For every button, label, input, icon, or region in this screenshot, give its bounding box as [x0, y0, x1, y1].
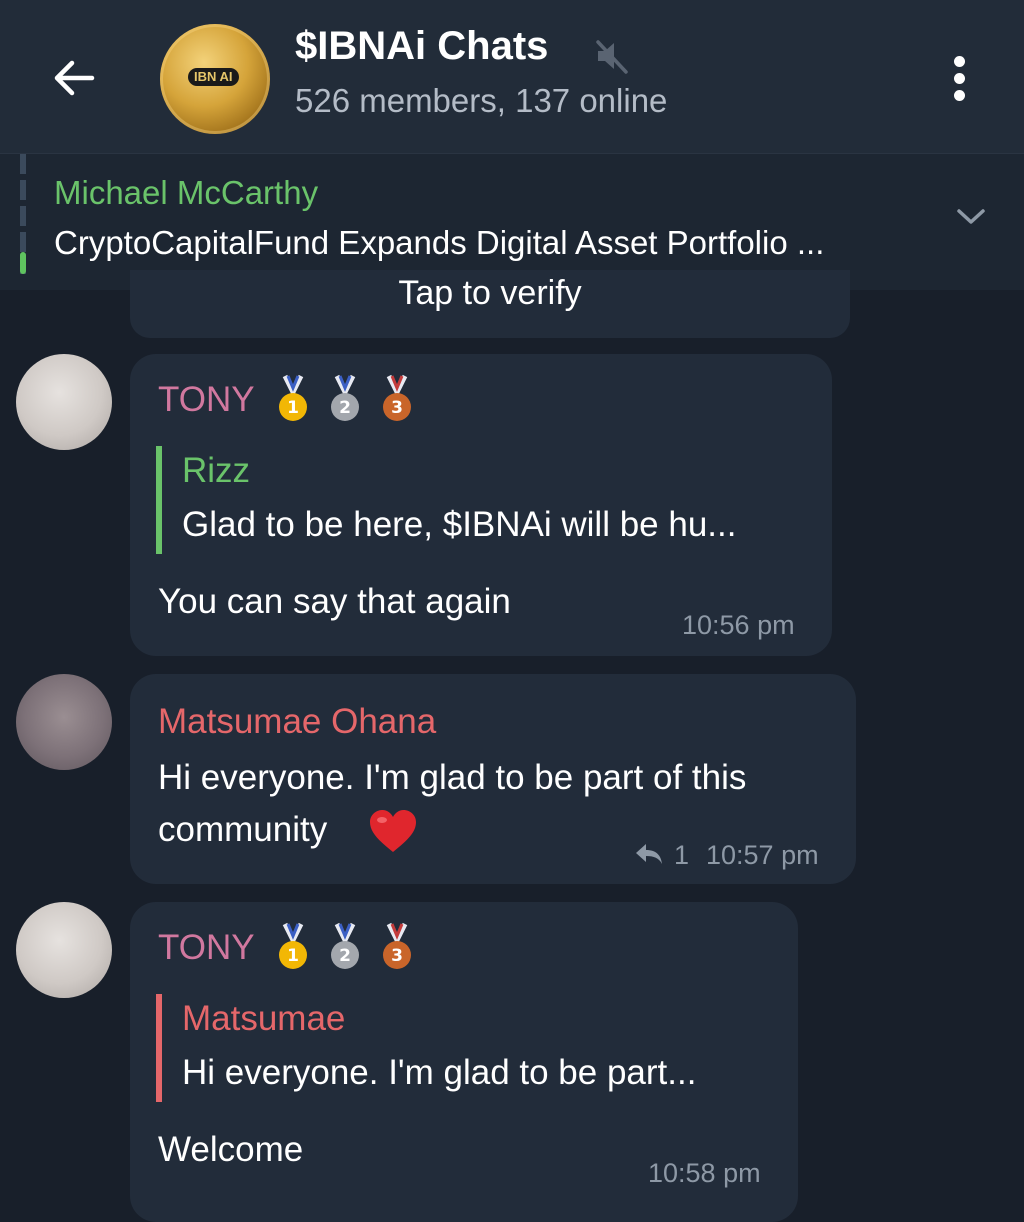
reply-sender: Rizz: [182, 451, 251, 490]
svg-text:2: 2: [339, 946, 351, 966]
more-vertical-icon[interactable]: [950, 56, 968, 102]
group-avatar-logo: IBN AI: [188, 68, 239, 86]
reply-sender: Matsumae: [182, 999, 346, 1038]
reply-text: Glad to be here, $IBNAi will be hu...: [182, 505, 737, 544]
svg-text:3: 3: [391, 946, 403, 966]
pinned-indicator: [20, 154, 26, 274]
bronze-medal-icon: 3: [383, 922, 411, 969]
message-sender[interactable]: Matsumae Ohana: [158, 702, 436, 742]
message-sender[interactable]: TONY: [158, 380, 255, 420]
reply-arrow-icon: [636, 844, 662, 864]
silver-medal-icon: 2: [331, 922, 359, 969]
chat-title[interactable]: $IBNAi Chats: [295, 24, 548, 69]
verify-button-text[interactable]: Tap to verify: [130, 274, 850, 313]
reply-count[interactable]: 1: [674, 840, 689, 871]
svg-text:1: 1: [287, 398, 299, 418]
message-sender[interactable]: TONY: [158, 928, 255, 968]
silver-medal-icon: 2: [331, 374, 359, 421]
svg-text:2: 2: [339, 398, 351, 418]
gold-medal-icon: 1: [279, 922, 307, 969]
pinned-sender: Michael McCarthy: [54, 174, 319, 211]
chat-header: IBN AI $IBNAi Chats 526 members, 137 onl…: [0, 0, 1024, 153]
back-arrow-icon[interactable]: [48, 52, 100, 104]
chat-member-count: 526 members, 137 online: [295, 82, 668, 119]
message-text: Welcome: [158, 1130, 304, 1169]
chevron-down-icon[interactable]: [956, 206, 986, 228]
message-bubble[interactable]: Matsumae Ohana Hi everyone. I'm glad to …: [130, 674, 856, 884]
bronze-medal-icon: 3: [383, 374, 411, 421]
reply-quote[interactable]: Rizz Glad to be here, $IBNAi will be hu.…: [156, 446, 736, 554]
gold-medal-icon: 1: [279, 374, 307, 421]
svg-text:1: 1: [287, 946, 299, 966]
message-time: 10:56 pm: [682, 610, 795, 640]
avatar[interactable]: [16, 902, 112, 998]
verify-message-bubble[interactable]: Tap to verify: [130, 270, 850, 338]
message-text: You can say that again: [158, 582, 511, 621]
svg-text:3: 3: [391, 398, 403, 418]
message-bubble[interactable]: TONY 1 2 3 Rizz Glad to be here, $IBNAi …: [130, 354, 832, 656]
reply-text: Hi everyone. I'm glad to be part...: [182, 1053, 697, 1092]
mute-icon: [596, 40, 628, 74]
reply-quote[interactable]: Matsumae Hi everyone. I'm glad to be par…: [156, 994, 696, 1102]
avatar[interactable]: [16, 674, 112, 770]
pinned-text: CryptoCapitalFund Expands Digital Asset …: [54, 224, 825, 261]
red-heart-icon: [370, 810, 416, 852]
group-avatar[interactable]: IBN AI: [160, 24, 270, 134]
message-time: 10:57 pm: [706, 840, 819, 870]
avatar[interactable]: [16, 354, 112, 450]
message-time: 10:58 pm: [648, 1158, 761, 1188]
message-text-line-1: Hi everyone. I'm glad to be part of this: [158, 758, 747, 797]
message-text-line-2: community: [158, 810, 328, 849]
message-bubble[interactable]: TONY 1 2 3 Matsumae Hi everyone. I'm gla…: [130, 902, 798, 1222]
